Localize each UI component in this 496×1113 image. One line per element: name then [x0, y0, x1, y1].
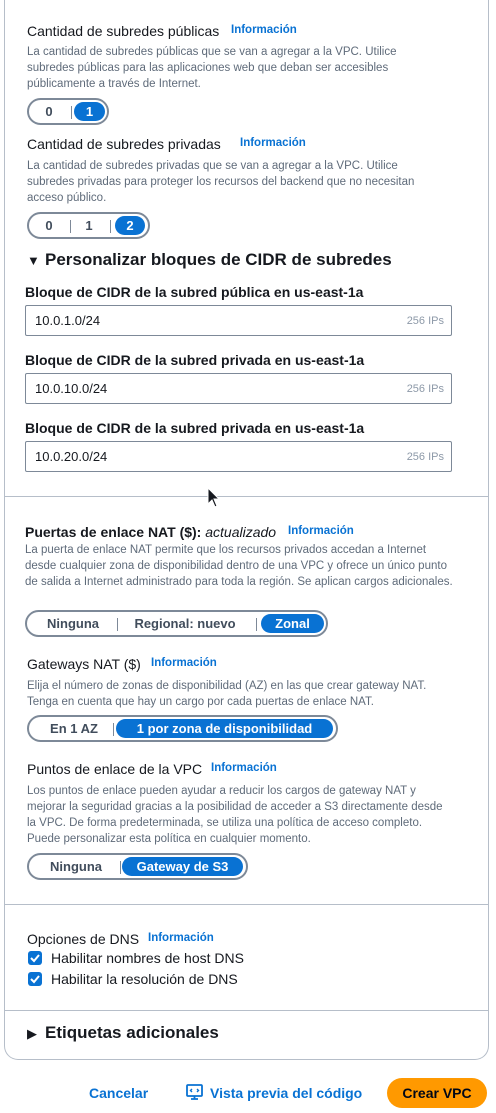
segment-divider	[113, 723, 114, 736]
vpc-endpoints-description: Los puntos de enlace pueden ayudar a red…	[27, 785, 443, 845]
cancel-button[interactable]: Cancelar	[89, 1085, 148, 1101]
segment-divider	[70, 220, 71, 233]
cidr-public-1a-input[interactable]: 10.0.1.0/24 256 IPs	[25, 305, 452, 336]
cidr-private-1a-label: Bloque de CIDR de la subred privada en u…	[25, 352, 365, 368]
mouse-cursor-icon	[207, 487, 221, 508]
nat-gateways-info-link[interactable]: Información	[288, 525, 354, 537]
create-vpc-button[interactable]: Crear VPC	[387, 1078, 487, 1108]
dns-options-info-link[interactable]: Información	[148, 932, 214, 944]
cidr-private-1a-value: 10.0.10.0/24	[35, 381, 108, 396]
segment-divider	[120, 861, 121, 874]
dns-resolution-label[interactable]: Habilitar la resolución de DNS	[51, 971, 238, 987]
private-subnets-label: Cantidad de subredes privadas	[27, 136, 221, 152]
section-divider	[4, 904, 489, 905]
private-subnets-segmented-control: 0 1 2	[27, 212, 150, 239]
nat-count-option-per-az[interactable]: 1 por zona de disponibilidad	[116, 719, 333, 738]
vpc-endpoints-segmented-control: Ninguna Gateway de S3	[27, 853, 248, 880]
cidr-private-1a-2-label: Bloque de CIDR de la subred privada en u…	[25, 420, 365, 436]
dns-hostnames-label[interactable]: Habilitar nombres de host DNS	[51, 950, 244, 966]
nat-gateways-count-info-link[interactable]: Información	[151, 657, 217, 669]
nat-count-option-1-az[interactable]: En 1 AZ	[35, 719, 113, 738]
cidr-private-1a-2-ip-count: 256 IPs	[406, 451, 444, 463]
nat-gateways-count-label: Gateways NAT ($)	[27, 656, 141, 672]
public-subnets-option-1[interactable]: 1	[74, 102, 105, 121]
nat-gateways-description: La puerta de enlace NAT permite que los …	[25, 544, 453, 588]
private-subnets-option-2[interactable]: 2	[115, 216, 145, 235]
cidr-private-1a-input[interactable]: 10.0.10.0/24 256 IPs	[25, 373, 452, 404]
public-subnets-info-link[interactable]: Información	[231, 24, 297, 36]
tags-section-title[interactable]: Etiquetas adicionales	[45, 1023, 219, 1043]
section-divider	[4, 1010, 489, 1011]
public-subnets-option-0[interactable]: 0	[35, 102, 63, 121]
private-subnets-info-link[interactable]: Información	[240, 137, 306, 149]
checkmark-icon	[30, 954, 40, 963]
cidr-private-1a-2-value: 10.0.20.0/24	[35, 449, 108, 464]
nat-gateways-segmented-control: Ninguna Regional: nuevo Zonal	[25, 610, 328, 637]
segment-divider	[110, 220, 111, 233]
segment-divider	[71, 106, 72, 119]
dns-resolution-checkbox[interactable]	[28, 972, 42, 986]
vpc-endpoints-label: Puntos de enlace de la VPC	[27, 761, 203, 777]
public-subnets-segmented-control: 0 1	[27, 98, 109, 125]
nat-gateways-count-segmented-control: En 1 AZ 1 por zona de disponibilidad	[27, 715, 338, 742]
private-subnets-option-1[interactable]: 1	[75, 216, 103, 235]
cidr-public-1a-value: 10.0.1.0/24	[35, 313, 101, 328]
nat-option-ninguna[interactable]: Ninguna	[33, 614, 113, 633]
nat-gateways-count-description: Elija el número de zonas de disponibilid…	[27, 680, 427, 708]
cidr-section-title[interactable]: Personalizar bloques de CIDR de subredes	[45, 250, 392, 270]
nat-option-zonal[interactable]: Zonal	[261, 614, 324, 633]
vpc-endpoints-info-link[interactable]: Información	[211, 762, 277, 774]
nat-gateways-label: Puertas de enlace NAT ($): actualizado	[25, 524, 277, 540]
cidr-public-1a-label: Bloque de CIDR de la subred pública en u…	[25, 284, 364, 300]
dns-hostnames-checkbox[interactable]	[28, 951, 42, 965]
segment-divider	[117, 618, 118, 631]
dns-options-label: Opciones de DNS	[27, 931, 140, 947]
public-subnets-label: Cantidad de subredes públicas	[27, 23, 220, 39]
segment-divider	[256, 618, 257, 631]
cidr-public-1a-ip-count: 256 IPs	[406, 315, 444, 327]
cidr-private-1a-2-input[interactable]: 10.0.20.0/24 256 IPs	[25, 441, 452, 472]
caret-down-icon[interactable]: ▼	[27, 253, 40, 268]
endpoints-option-ninguna[interactable]: Ninguna	[35, 857, 117, 876]
cidr-private-1a-ip-count: 256 IPs	[406, 383, 444, 395]
caret-right-icon[interactable]: ▶	[27, 1026, 37, 1042]
public-subnets-description: La cantidad de subredes públicas que se …	[27, 46, 397, 90]
code-preview-icon	[186, 1084, 203, 1100]
checkmark-icon	[30, 975, 40, 984]
private-subnets-description: La cantidad de subredes privadas que se …	[27, 160, 415, 204]
section-divider	[4, 496, 489, 497]
nat-option-regional[interactable]: Regional: nuevo	[123, 614, 247, 633]
nat-gateways-updated-tag: actualizado	[205, 524, 277, 540]
endpoints-option-s3-gateway[interactable]: Gateway de S3	[122, 857, 243, 876]
private-subnets-option-0[interactable]: 0	[35, 216, 63, 235]
preview-code-button[interactable]: Vista previa del código	[210, 1085, 362, 1101]
